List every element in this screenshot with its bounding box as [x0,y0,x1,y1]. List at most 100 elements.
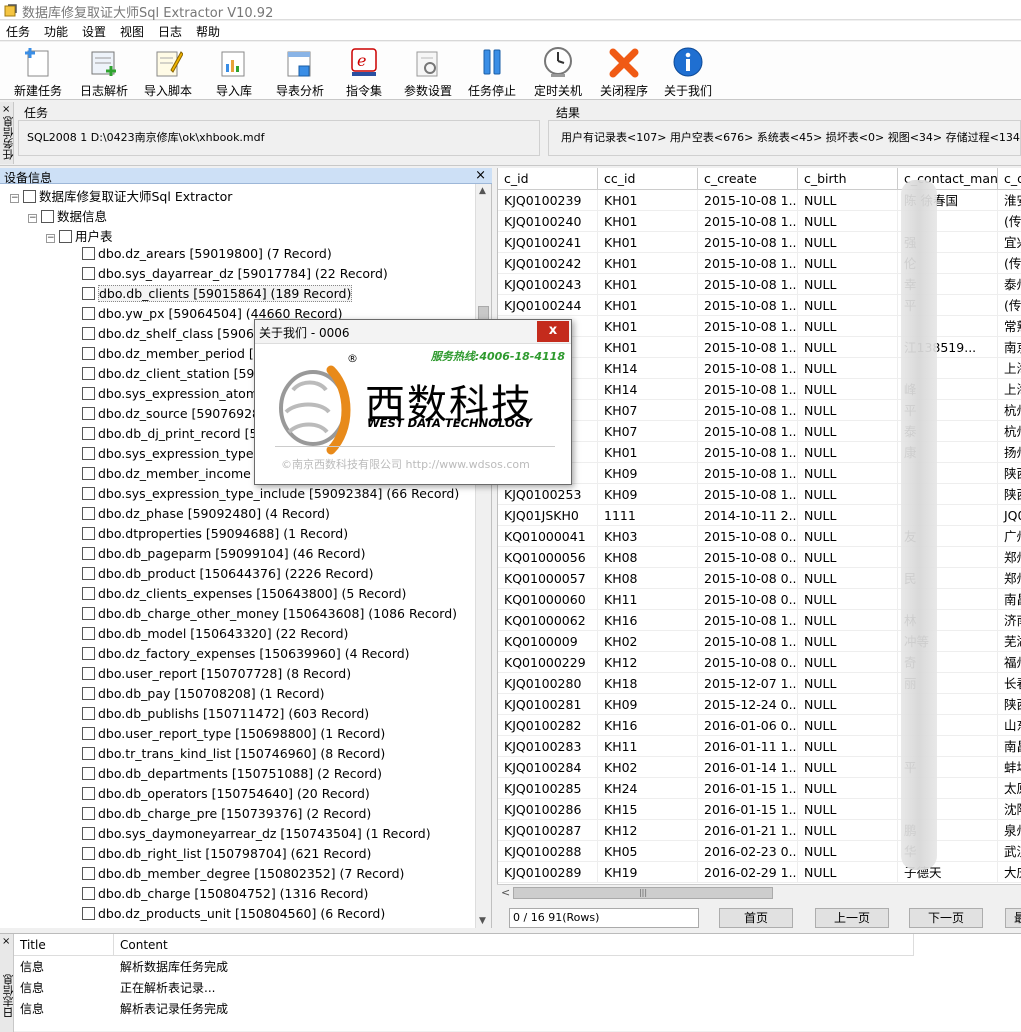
grid-cell[interactable]: NULL [798,652,898,673]
tree-item-table[interactable]: dbo.dz_factory_expenses [150639960] (4 R… [82,646,410,666]
grid-cell[interactable]: KH24 [598,778,698,799]
grid-cell[interactable]: 武汉 [998,841,1021,862]
grid-cell[interactable]: 2015-10-08 1... [698,379,798,400]
grid-cell[interactable]: 南京 [998,337,1021,358]
grid-cell[interactable]: 2016-01-11 1... [698,736,798,757]
grid-cell[interactable]: 2015-10-08 1... [698,463,798,484]
grid-cell[interactable]: 2016-01-15 1... [698,778,798,799]
grid-column-header[interactable]: c_id [498,168,598,190]
grid-cell[interactable]: 2015-12-07 1... [698,673,798,694]
menu-settings[interactable]: 设置 [82,23,106,40]
grid-cell[interactable]: 2015-10-08 1... [698,484,798,505]
grid-cell[interactable]: KH14 [598,358,698,379]
grid-cell[interactable]: 2015-10-08 1... [698,442,798,463]
grid-cell[interactable]: NULL [798,484,898,505]
checkbox[interactable] [82,787,95,800]
grid-cell[interactable]: NULL [798,337,898,358]
dialog-close-button[interactable]: x [537,321,569,342]
grid-cell[interactable]: NULL [798,232,898,253]
grid-cell[interactable]: (传 [998,253,1021,274]
checkbox[interactable] [82,827,95,840]
tree-item-table[interactable]: dbo.sys_expression_type_include [5909238… [82,486,459,506]
checkbox[interactable] [82,507,95,520]
close-program-button[interactable]: 关闭程序 [594,44,654,98]
tree-item-table[interactable]: dbo.db_publishs [150711472] (603 Record) [82,706,369,726]
grid-cell[interactable]: KJQ01JSKH0 [498,505,598,526]
scroll-down-icon[interactable]: ▼ [479,916,486,926]
grid-cell[interactable]: KH11 [598,736,698,757]
grid-cell[interactable]: 广州 [998,526,1021,547]
grid-cell[interactable]: JQ0 [998,505,1021,526]
grid-cell[interactable]: 淮安 [998,190,1021,211]
grid-cell[interactable]: NULL [798,379,898,400]
task-stop-button[interactable]: 任务停止 [462,44,522,98]
close-icon[interactable]: × [475,168,486,183]
grid-cell[interactable]: KH12 [598,652,698,673]
grid-cell[interactable]: NULL [798,757,898,778]
grid-cell[interactable]: 陕西 [998,463,1021,484]
tree-item-table[interactable]: dbo.dz_member_period [59 [82,346,270,366]
log-content-cell[interactable]: 正在解析表记录... [114,978,215,999]
checkbox[interactable] [82,847,95,860]
grid-cell[interactable]: KJQ0100280 [498,673,598,694]
grid-cell[interactable]: NULL [798,190,898,211]
grid-cell[interactable]: NULL [798,526,898,547]
grid-cell[interactable]: NULL [798,463,898,484]
checkbox[interactable] [23,190,36,203]
log-info-side-tab[interactable]: × 日志信息 [0,934,15,1032]
grid-cell[interactable]: KJQ0100282 [498,715,598,736]
grid-cell[interactable]: KH09 [598,484,698,505]
grid-cell[interactable]: 陕西 [998,694,1021,715]
grid-cell[interactable]: 2015-10-08 0... [698,547,798,568]
checkbox[interactable] [82,907,95,920]
tree-node-data-info[interactable]: − 数据信息 [28,206,107,226]
grid-cell[interactable]: 2016-02-23 0... [698,841,798,862]
grid-cell[interactable]: KH08 [598,547,698,568]
tree-item-table[interactable]: dbo.dz_phase [59092480] (4 Record) [82,506,330,526]
grid-cell[interactable]: 沈阳 [998,799,1021,820]
tree-scrollbar[interactable]: ▲ ▼ [475,184,491,928]
grid-cell[interactable]: 2015-10-08 1... [698,400,798,421]
tree-item-table[interactable]: dbo.db_right_list [150798704] (621 Recor… [82,846,371,866]
grid-cell[interactable]: 杭州 [998,421,1021,442]
grid-cell[interactable]: NULL [798,442,898,463]
grid-cell[interactable]: KJQ0100286 [498,799,598,820]
grid-cell[interactable]: KH07 [598,421,698,442]
about-us-button[interactable]: 关于我们 [658,44,718,98]
checkbox[interactable] [82,807,95,820]
grid-cell[interactable]: KJQ0100284 [498,757,598,778]
log-parse-button[interactable]: 日志解析 [74,44,134,98]
checkbox[interactable] [82,347,95,360]
grid-cell[interactable]: KH16 [598,610,698,631]
grid-cell[interactable]: KH01 [598,442,698,463]
grid-cell[interactable]: NULL [798,841,898,862]
menu-function[interactable]: 功能 [44,23,68,40]
log-col-title[interactable]: Title [14,934,114,956]
grid-cell[interactable]: KH12 [598,820,698,841]
grid-cell[interactable]: KJQ0100243 [498,274,598,295]
grid-cell[interactable]: 2015-10-08 0... [698,526,798,547]
grid-hscrollbar[interactable]: < ||| [497,884,1021,900]
grid-cell[interactable]: NULL [798,400,898,421]
grid-cell[interactable]: 2015-10-08 1... [698,337,798,358]
grid-column-header[interactable]: c_birth [798,168,898,190]
grid-cell[interactable]: KH14 [598,379,698,400]
grid-cell[interactable]: 郑州 [998,568,1021,589]
tree-item-table[interactable]: dbo.db_charge [150804752] (1316 Record) [82,886,368,906]
tree-item-table[interactable]: dbo.dz_arears [59019800] (7 Record) [82,246,332,266]
grid-cell[interactable]: KQ01000056 [498,547,598,568]
grid-cell[interactable]: KQ01000057 [498,568,598,589]
grid-cell[interactable]: KH07 [598,400,698,421]
task-info-side-tab[interactable]: × 任务信息 [0,102,15,164]
menu-help[interactable]: 帮助 [196,23,220,40]
grid-cell[interactable]: NULL [798,631,898,652]
grid-cell[interactable]: 郑州 [998,547,1021,568]
new-task-button[interactable]: 新建任务 [8,44,68,98]
grid-cell[interactable]: KH01 [598,295,698,316]
checkbox[interactable] [41,210,54,223]
checkbox[interactable] [82,887,95,900]
tree-item-table[interactable]: dbo.dtproperties [59094688] (1 Record) [82,526,348,546]
scroll-thumb[interactable]: ||| [513,887,773,899]
log-title-cell[interactable]: 信息 [14,957,44,978]
grid-cell[interactable]: KH01 [598,211,698,232]
